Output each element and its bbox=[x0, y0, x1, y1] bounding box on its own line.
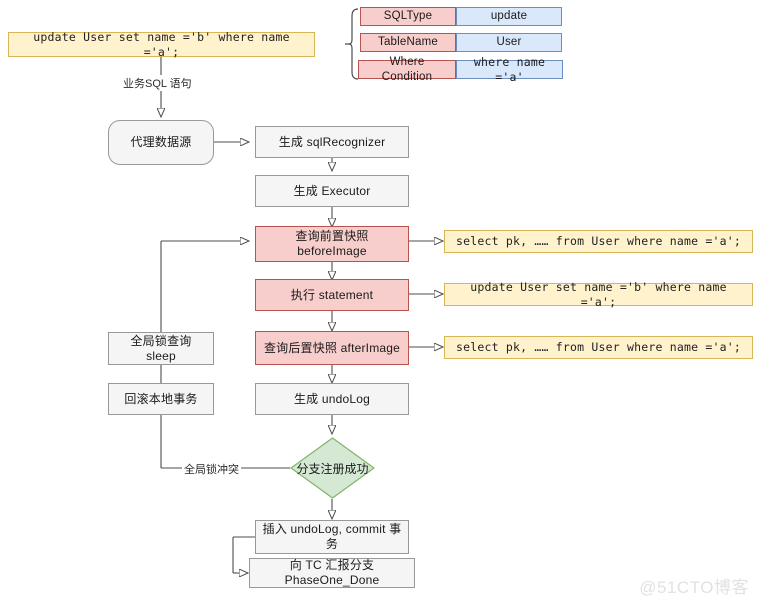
branch-register-ok-label: 分支注册成功 bbox=[296, 461, 369, 476]
node-gen-executor: 生成 Executor bbox=[255, 175, 409, 207]
sql-table-key-where-condition: Where Condition bbox=[358, 56, 456, 83]
business-sql-box: update User set name ='b' where name ='a… bbox=[8, 30, 315, 59]
node-branch-register-ok: 分支注册成功 bbox=[289, 437, 376, 499]
node-gen-undolog: 生成 undoLog bbox=[255, 383, 409, 415]
node-proxy-datasource: 代理数据源 bbox=[108, 120, 214, 165]
business-sql-label: update User set name ='b' where name ='a… bbox=[33, 30, 290, 59]
node-global-lock-query-sleep: 全局锁查询 sleep bbox=[108, 332, 214, 365]
node-after-image: 查询后置快照 afterImage bbox=[255, 331, 409, 365]
sql-table-value-sqltype: update bbox=[456, 7, 562, 26]
node-insert-undolog-commit: 插入 undoLog, commit 事务 bbox=[255, 520, 409, 554]
node-report-to-tc: 向 TC 汇报分支 PhaseOne_Done bbox=[249, 558, 415, 588]
edge-label-global-lock-conflict: 全局锁冲突 bbox=[182, 461, 241, 477]
node-gen-sql-recognizer: 生成 sqlRecognizer bbox=[255, 126, 409, 158]
sql-table-key-tablename: TableName bbox=[360, 33, 456, 52]
sql-annotation-before-image: select pk, …… from User where name ='a'; bbox=[444, 230, 753, 253]
flowchart-canvas: update User set name ='b' where name ='a… bbox=[0, 0, 761, 612]
watermark: @51CTO博客 bbox=[639, 578, 749, 597]
sql-table-value-tablename: User bbox=[456, 33, 562, 52]
sql-table-value-where-condition: where name ='a' bbox=[456, 55, 563, 84]
sql-table-key-sqltype: SQLType bbox=[360, 7, 456, 26]
edge-label-business-sql: 业务SQL 语句 bbox=[121, 75, 194, 91]
sql-annotation-statement: update User set name ='b' where name ='a… bbox=[444, 280, 753, 309]
node-exec-statement: 执行 statement bbox=[255, 279, 409, 311]
sql-annotation-after-image: select pk, …… from User where name ='a'; bbox=[444, 336, 753, 359]
node-rollback-local-tx: 回滚本地事务 bbox=[108, 383, 214, 415]
node-before-image: 查询前置快照 beforeImage bbox=[255, 226, 409, 262]
